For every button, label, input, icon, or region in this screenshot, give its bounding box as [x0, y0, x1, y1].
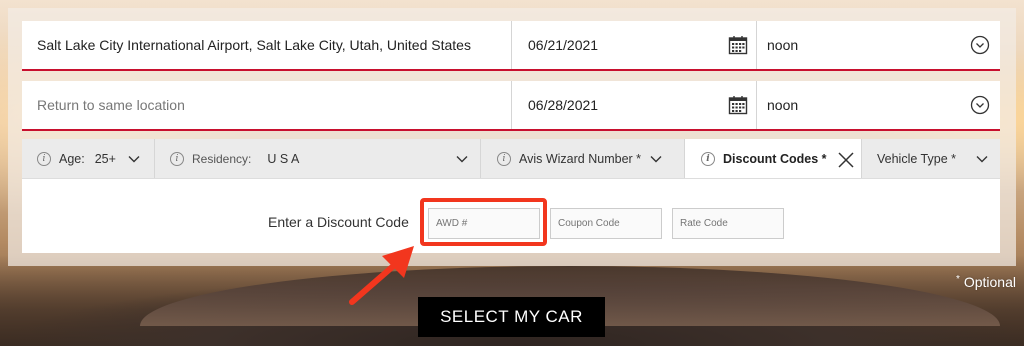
return-date-field[interactable]: 06/28/2021 [512, 81, 757, 129]
pickup-date-field[interactable]: 06/21/2021 [512, 21, 757, 69]
tab-residency[interactable]: i Residency: U S A [155, 139, 481, 178]
calendar-icon[interactable] [728, 95, 748, 115]
pickup-time-field[interactable]: noon [757, 21, 1000, 69]
chevron-down-icon [128, 155, 140, 162]
info-icon[interactable]: i [701, 151, 715, 166]
age-value: 25+ [94, 151, 116, 166]
discount-label: Discount Codes * [723, 151, 827, 166]
pickup-date-value: 06/21/2021 [528, 37, 599, 53]
chevron-down-icon [650, 155, 662, 162]
info-icon[interactable]: i [37, 151, 51, 166]
coupon-code-input[interactable] [550, 208, 662, 239]
rate-code-input[interactable] [672, 208, 784, 239]
options-tabbar: i Age: 25+ i Residency: U S A i Avis Wiz… [22, 139, 1000, 179]
return-date-value: 06/28/2021 [528, 97, 599, 113]
age-label: Age: [59, 151, 85, 166]
residency-value: U S A [267, 151, 300, 166]
tab-discount-codes[interactable]: i Discount Codes * [685, 139, 862, 178]
tab-age[interactable]: i Age: 25+ [22, 139, 155, 178]
pickup-row: Salt Lake City International Airport, Sa… [22, 21, 1000, 71]
chevron-down-icon [976, 156, 988, 163]
annotation-highlight-box [420, 198, 547, 246]
info-icon[interactable]: i [170, 151, 184, 166]
residency-label: Residency: [192, 151, 252, 166]
clock-dropdown-icon[interactable] [970, 35, 990, 55]
clock-dropdown-icon[interactable] [970, 95, 990, 115]
info-icon[interactable]: i [497, 151, 511, 166]
select-my-car-button[interactable]: SELECT MY CAR [418, 297, 605, 337]
chevron-down-icon [456, 156, 468, 163]
return-time-field[interactable]: noon [757, 81, 1000, 129]
discount-code-prompt: Enter a Discount Code [268, 214, 409, 230]
annotation-arrow-icon [349, 246, 414, 305]
return-row: Return to same location 06/28/2021 noon [22, 81, 1000, 131]
pickup-location-value: Salt Lake City International Airport, Sa… [37, 37, 471, 53]
optional-text: Optional [963, 274, 1016, 290]
vehicle-label: Vehicle Type * [877, 151, 956, 166]
pickup-time-value: noon [767, 37, 799, 53]
pickup-location-field[interactable]: Salt Lake City International Airport, Sa… [22, 21, 512, 69]
close-icon[interactable] [837, 151, 855, 169]
calendar-icon[interactable] [728, 35, 748, 55]
optional-note: * Optional [956, 274, 1016, 290]
return-location-placeholder: Return to same location [37, 97, 185, 113]
wizard-label: Avis Wizard Number * [519, 151, 642, 166]
tab-vehicle-type[interactable]: Vehicle Type * [862, 139, 1000, 178]
return-time-value: noon [767, 97, 799, 113]
tab-avis-wizard-number[interactable]: i Avis Wizard Number * [481, 139, 685, 178]
optional-asterisk: * [956, 274, 960, 285]
return-location-field[interactable]: Return to same location [22, 81, 512, 129]
